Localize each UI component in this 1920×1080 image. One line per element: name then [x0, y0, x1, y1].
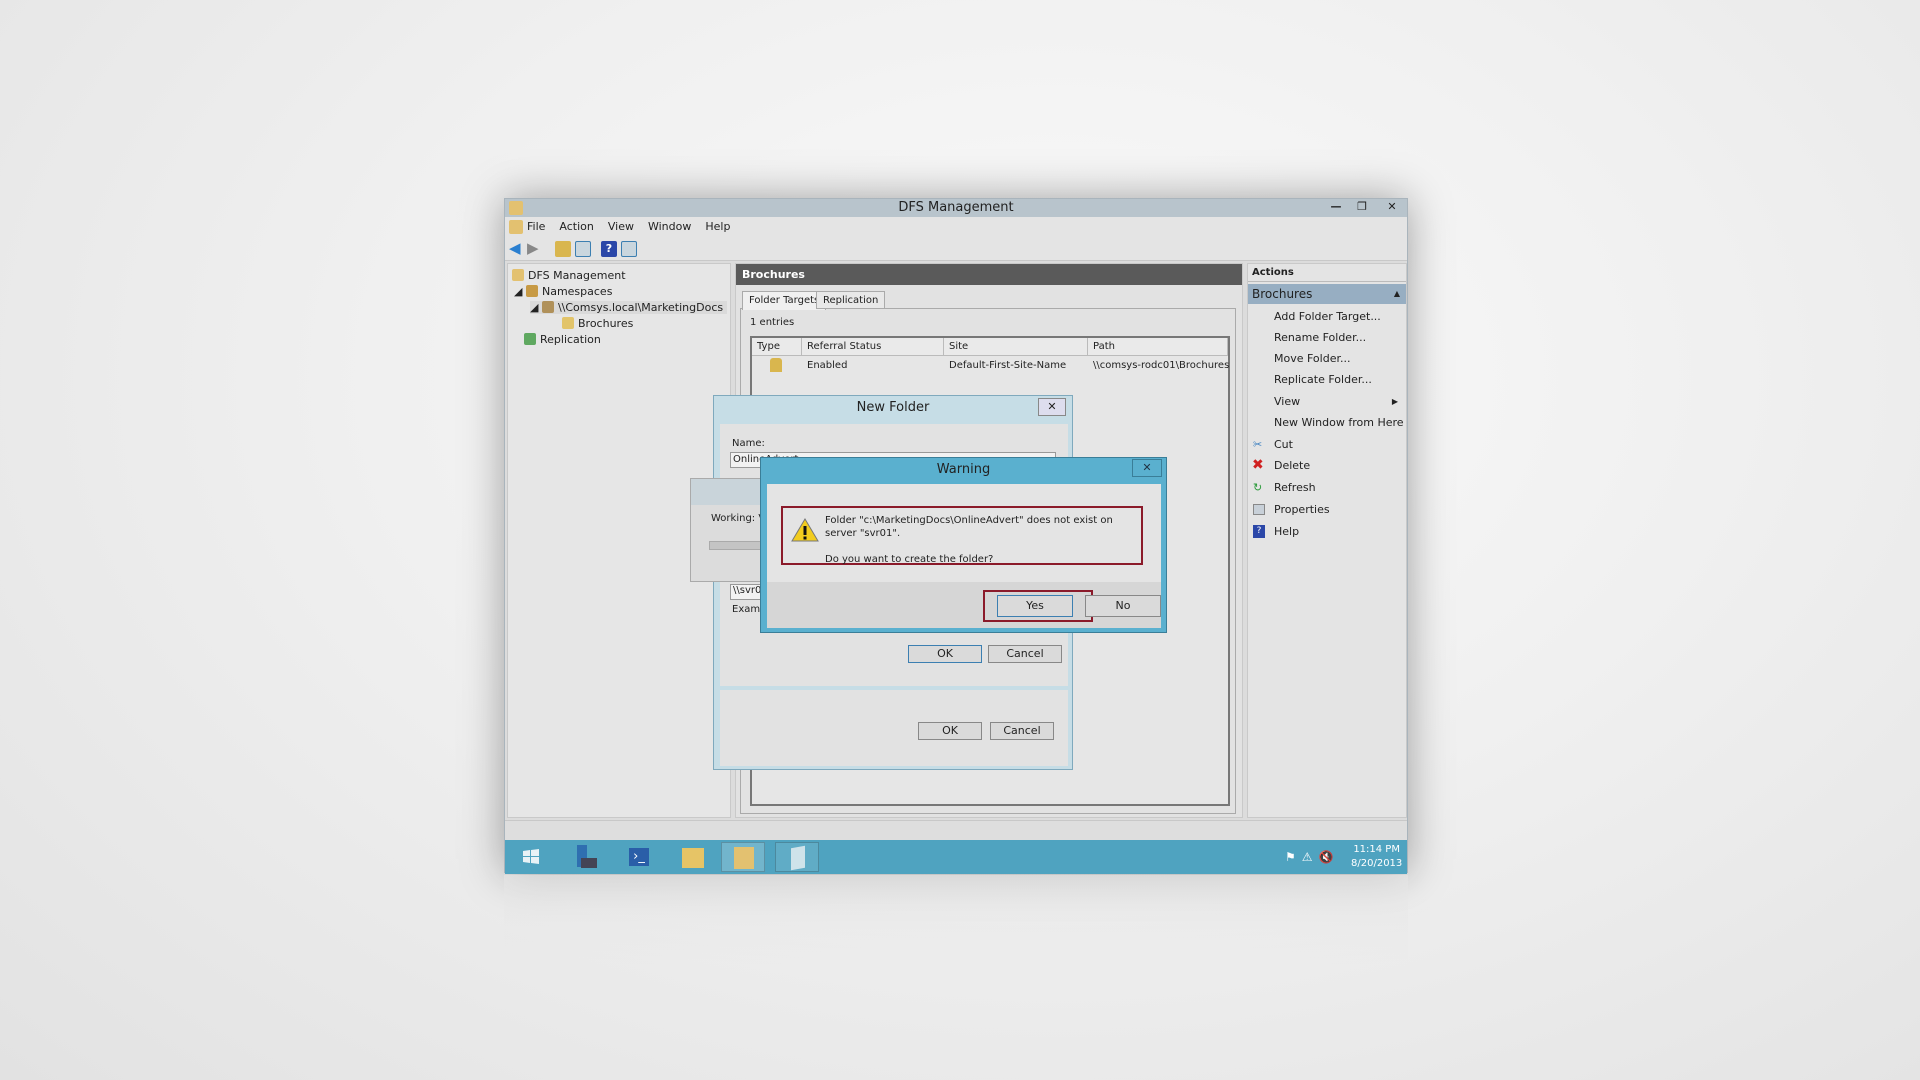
column-site[interactable]: Site [944, 338, 1088, 356]
replication-icon [524, 333, 536, 345]
new-folder-title: New Folder [856, 400, 930, 415]
action-refresh[interactable]: ↻ Refresh [1248, 477, 1406, 498]
start-button[interactable] [509, 842, 553, 872]
show-hide-tree-icon[interactable] [575, 241, 591, 257]
warning-dialog: Warning ✕ Folder "c:\MarketingDocs\Onlin… [760, 457, 1167, 633]
action-view[interactable]: View ▶ [1248, 391, 1406, 412]
status-bar [505, 820, 1407, 840]
tree-item-replication[interactable]: Replication [524, 333, 601, 346]
window-reflection [504, 875, 1408, 965]
working-dialog: Working: Va [690, 478, 763, 582]
collapse-icon: ▲ [1393, 289, 1400, 298]
window-title: DFS Management [898, 200, 1014, 215]
menu-bar: File Action View Window Help [505, 217, 1407, 237]
tree-item-namespace[interactable]: ◢ \\Comsys.local\MarketingDocs [530, 301, 728, 314]
mmc-icon [509, 220, 523, 234]
delete-icon: ✖ [1252, 457, 1264, 473]
tree-item-namespaces[interactable]: ◢ Namespaces [514, 285, 612, 298]
column-referral-status[interactable]: Referral Status [802, 338, 944, 356]
cell-site[interactable]: Default-First-Site-Name [944, 357, 1066, 374]
menu-action[interactable]: Action [559, 217, 593, 237]
pane-header: Brochures [736, 264, 1242, 285]
menu-window[interactable]: Window [648, 217, 691, 237]
taskbar: ›_ ⚑⚠🔇 11:14 PM 8/20/2013 [505, 840, 1407, 874]
actions-pane: Actions Brochures ▲ Add Folder Target... … [1247, 263, 1407, 818]
forward-icon[interactable]: ▶ [527, 241, 543, 257]
column-type[interactable]: Type [752, 338, 802, 356]
help-icon: ? [1253, 525, 1265, 538]
menu-file[interactable]: File [527, 217, 545, 237]
tree-item-dfs-management[interactable]: DFS Management [512, 269, 626, 282]
action-replicate-folder[interactable]: Replicate Folder... [1248, 369, 1406, 390]
action-help[interactable]: ? Help [1248, 521, 1406, 542]
actions-title: Actions [1248, 264, 1406, 282]
ok-button[interactable]: OK [918, 722, 982, 740]
show-hide-action-pane-icon[interactable] [621, 241, 637, 257]
scissors-icon: ✂ [1253, 438, 1263, 451]
dfs-management-task[interactable] [721, 842, 765, 872]
clock-date: 8/20/2013 [1351, 858, 1403, 869]
warning-icon [791, 518, 819, 542]
yes-button[interactable]: Yes [997, 595, 1073, 617]
tree-item-brochures[interactable]: Brochures [562, 317, 633, 330]
file-explorer-icon[interactable] [671, 842, 715, 872]
cell-path[interactable]: \\comsys-rodc01\Brochures [1088, 357, 1229, 374]
tray-icons[interactable]: ⚑⚠🔇 [1285, 850, 1339, 864]
tab-folder-targets[interactable]: Folder Targets [742, 291, 827, 310]
inner-ok-button[interactable]: OK [908, 645, 982, 663]
toolbar: ◀ ▶ ? [505, 237, 1407, 261]
inner-cancel-button[interactable]: Cancel [988, 645, 1062, 663]
warning-body: Folder "c:\MarketingDocs\OnlineAdvert" d… [767, 484, 1161, 628]
entries-count: 1 entries [750, 317, 795, 328]
warning-message: Folder "c:\MarketingDocs\OnlineAdvert" d… [825, 515, 1113, 539]
name-label: Name: [732, 438, 765, 449]
action-add-folder-target[interactable]: Add Folder Target... [1248, 306, 1406, 327]
close-button[interactable]: ✕ [1379, 199, 1405, 215]
working-text: Working: Va [711, 513, 763, 524]
menu-help[interactable]: Help [705, 217, 730, 237]
clock[interactable]: 11:14 PM 8/20/2013 [1351, 843, 1402, 871]
working-title-bar [691, 479, 761, 505]
folder-target-icon [770, 358, 782, 372]
action-cut[interactable]: ✂ Cut [1248, 434, 1406, 455]
action-properties[interactable]: Properties [1248, 499, 1406, 520]
tab-replication[interactable]: Replication [816, 291, 886, 309]
actions-section-brochures[interactable]: Brochures ▲ [1248, 284, 1406, 304]
up-folder-icon[interactable] [555, 241, 571, 257]
action-move-folder[interactable]: Move Folder... [1248, 348, 1406, 369]
progress-bar [709, 541, 763, 550]
warning-title: Warning [936, 462, 991, 477]
warning-question: Do you want to create the folder? [825, 554, 994, 565]
properties-icon [1253, 504, 1265, 515]
notepad-task[interactable] [775, 842, 819, 872]
action-delete[interactable]: ✖ Delete [1248, 455, 1406, 476]
cancel-button[interactable]: Cancel [990, 722, 1054, 740]
warning-close-button[interactable]: ✕ [1132, 459, 1162, 477]
title-bar: DFS Management [505, 199, 1407, 217]
back-icon[interactable]: ◀ [509, 241, 525, 257]
clock-time: 11:14 PM [1353, 844, 1400, 855]
app-icon [509, 201, 523, 215]
restore-button[interactable]: ❐ [1349, 199, 1375, 215]
namespaces-icon [525, 285, 538, 297]
action-rename-folder[interactable]: Rename Folder... [1248, 327, 1406, 348]
submenu-arrow-icon: ▶ [1391, 397, 1398, 406]
dfs-icon [512, 269, 524, 281]
new-folder-close-button[interactable]: ✕ [1038, 398, 1066, 416]
minimize-button[interactable]: — [1323, 199, 1349, 215]
namespace-icon [541, 301, 554, 313]
new-folder-footer: OK Cancel [720, 690, 1068, 766]
action-new-window[interactable]: New Window from Here [1248, 412, 1406, 433]
powershell-icon[interactable]: ›_ [617, 842, 661, 872]
menu-view[interactable]: View [608, 217, 634, 237]
cell-status[interactable]: Enabled [802, 357, 847, 374]
folder-icon [562, 317, 574, 329]
server-manager-icon[interactable] [563, 842, 607, 872]
help-icon[interactable]: ? [601, 241, 617, 257]
refresh-icon: ↻ [1253, 481, 1263, 494]
no-button[interactable]: No [1085, 595, 1161, 617]
column-path[interactable]: Path [1088, 338, 1228, 356]
